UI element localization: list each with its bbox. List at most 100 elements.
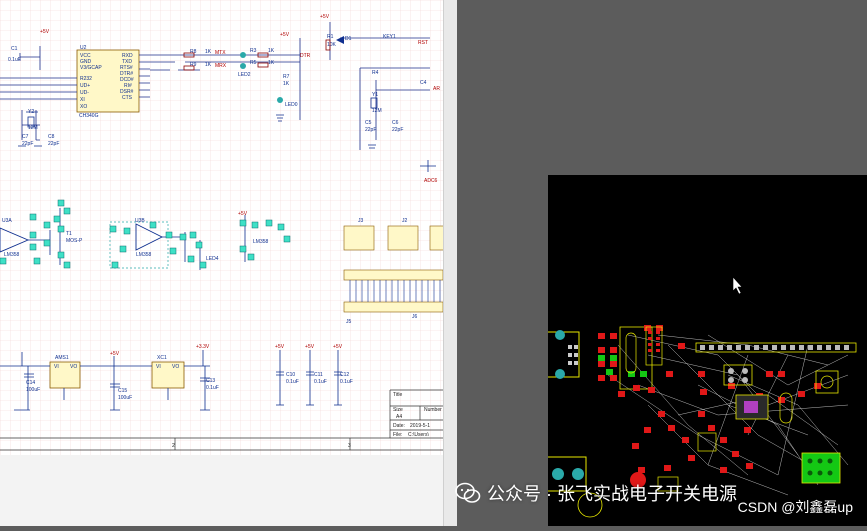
svg-text:+5V: +5V — [333, 344, 343, 350]
svg-text:MOS-P: MOS-P — [66, 238, 83, 244]
svg-text:J6: J6 — [412, 314, 418, 320]
svg-text:C4: C4 — [420, 80, 427, 86]
csdn-credit: CSDN @刘鑫磊up — [737, 499, 853, 515]
svg-text:LED4: LED4 — [206, 256, 219, 262]
pin-r232: R232 — [80, 76, 92, 82]
schematic-canvas-margin — [0, 455, 443, 526]
svg-text:0.1uF: 0.1uF — [8, 57, 21, 63]
svg-text:R7: R7 — [283, 74, 290, 80]
svg-text:22pF: 22pF — [365, 127, 376, 133]
u2-part: CH340G — [79, 113, 99, 119]
svg-text:R5: R5 — [250, 60, 257, 66]
pin-cts: CTS — [122, 95, 133, 101]
svg-text:VO: VO — [172, 364, 179, 370]
svg-text:12M: 12M — [372, 108, 382, 114]
svg-text:AMS1: AMS1 — [55, 355, 69, 361]
u2-ref: U2 — [80, 45, 87, 51]
svg-text:+5V: +5V — [320, 14, 330, 20]
svg-text:File:: File: — [393, 432, 402, 438]
svg-text:22pF: 22pF — [48, 141, 59, 147]
svg-text:Title: Title — [393, 392, 402, 398]
svg-text:1K: 1K — [268, 60, 275, 66]
svg-text:VI: VI — [54, 364, 59, 370]
svg-text:ADC6: ADC6 — [424, 178, 438, 184]
pin-xo: XO — [80, 104, 87, 110]
svg-text:A4: A4 — [396, 414, 402, 420]
svg-text:R4: R4 — [372, 70, 379, 76]
svg-text:MRX: MRX — [215, 63, 227, 69]
svg-text:C6: C6 — [392, 120, 399, 126]
svg-text:J3: J3 — [358, 218, 364, 224]
pin-udp: UD+ — [80, 83, 90, 89]
svg-text:XC1: XC1 — [157, 355, 167, 361]
schematic-sheet[interactable]: U2 CH340G VCC GND V3/GCAP R232 UD+ UD- X… — [0, 0, 443, 455]
svg-text:LM358: LM358 — [253, 239, 269, 245]
svg-text:+5V: +5V — [238, 211, 248, 217]
svg-text:LM358: LM358 — [136, 252, 152, 258]
svg-text:VI: VI — [156, 364, 161, 370]
svg-text:2: 2 — [172, 443, 175, 449]
svg-text:10K: 10K — [327, 42, 337, 48]
svg-text:+5V: +5V — [110, 351, 120, 357]
svg-text:T1: T1 — [66, 231, 72, 237]
svg-text:0.1uF: 0.1uF — [206, 385, 219, 391]
svg-text:12M: 12M — [28, 125, 38, 131]
svg-text:Y1: Y1 — [372, 92, 378, 98]
svg-text:R9: R9 — [190, 62, 197, 68]
svg-text:C:\Users\: C:\Users\ — [408, 432, 429, 438]
pin-xi: XI — [80, 97, 85, 103]
pin-v3: V3/GCAP — [80, 65, 102, 71]
svg-text:LED0: LED0 — [285, 102, 298, 108]
svg-text:KEY1: KEY1 — [383, 34, 396, 40]
svg-text:U3A: U3A — [2, 218, 12, 224]
pcb-board-view[interactable] — [523, 175, 867, 526]
svg-text:1K: 1K — [268, 48, 275, 54]
pin-header-strip — [695, 342, 857, 353]
svg-text:C1: C1 — [11, 46, 18, 52]
svg-text:R1: R1 — [327, 34, 334, 40]
svg-text:+5V: +5V — [40, 29, 50, 35]
svg-text:0.1uF: 0.1uF — [314, 379, 327, 385]
watermark-text: 公众号 · 张飞实战电子开关电源 — [487, 484, 737, 504]
svg-text:DTR: DTR — [300, 53, 311, 59]
svg-text:VO: VO — [70, 364, 77, 370]
svg-text:C13: C13 — [206, 378, 215, 384]
svg-text:+3.3V: +3.3V — [196, 344, 210, 350]
svg-text:1K: 1K — [205, 49, 212, 55]
pin-udm: UD- — [80, 90, 89, 96]
svg-text:Date:: Date: — [393, 423, 405, 429]
svg-text:U3B: U3B — [135, 218, 145, 224]
svg-text:R3: R3 — [250, 48, 257, 54]
mouse-cursor-icon — [732, 276, 743, 295]
svg-text:0.1uF: 0.1uF — [286, 379, 299, 385]
svg-text:2019-5-1: 2019-5-1 — [410, 423, 430, 429]
wechat-icon — [455, 482, 481, 503]
svg-text:1K: 1K — [283, 81, 290, 87]
svg-text:0.1uF: 0.1uF — [340, 379, 353, 385]
svg-text:100uF: 100uF — [26, 387, 40, 393]
svg-text:Number: Number — [424, 407, 442, 413]
svg-text:+5V: +5V — [305, 344, 315, 350]
svg-text:LED2: LED2 — [238, 72, 251, 78]
svg-text:100uF: 100uF — [118, 395, 132, 401]
svg-text:Size: Size — [393, 407, 403, 413]
svg-text:C14: C14 — [26, 380, 35, 386]
svg-text:+5V: +5V — [275, 344, 285, 350]
svg-text:C5: C5 — [365, 120, 372, 126]
svg-text:C10: C10 — [286, 372, 295, 378]
svg-text:D1: D1 — [345, 36, 352, 42]
svg-text:+5V: +5V — [280, 32, 290, 38]
svg-text:C15: C15 — [118, 388, 127, 394]
watermark: 公众号 · 张飞实战电子开关电源 — [455, 480, 737, 506]
svg-text:AR: AR — [433, 86, 440, 92]
usb-connector — [523, 330, 580, 379]
svg-text:C7: C7 — [22, 134, 29, 140]
svg-text:J2: J2 — [402, 218, 408, 224]
svg-text:1K: 1K — [205, 62, 212, 68]
svg-text:C12: C12 — [340, 372, 349, 378]
svg-text:3: 3 — [348, 443, 351, 449]
svg-text:J5: J5 — [346, 319, 352, 325]
svg-text:C8: C8 — [48, 134, 55, 140]
svg-text:MTX: MTX — [215, 50, 226, 56]
svg-text:LM358: LM358 — [4, 252, 20, 258]
